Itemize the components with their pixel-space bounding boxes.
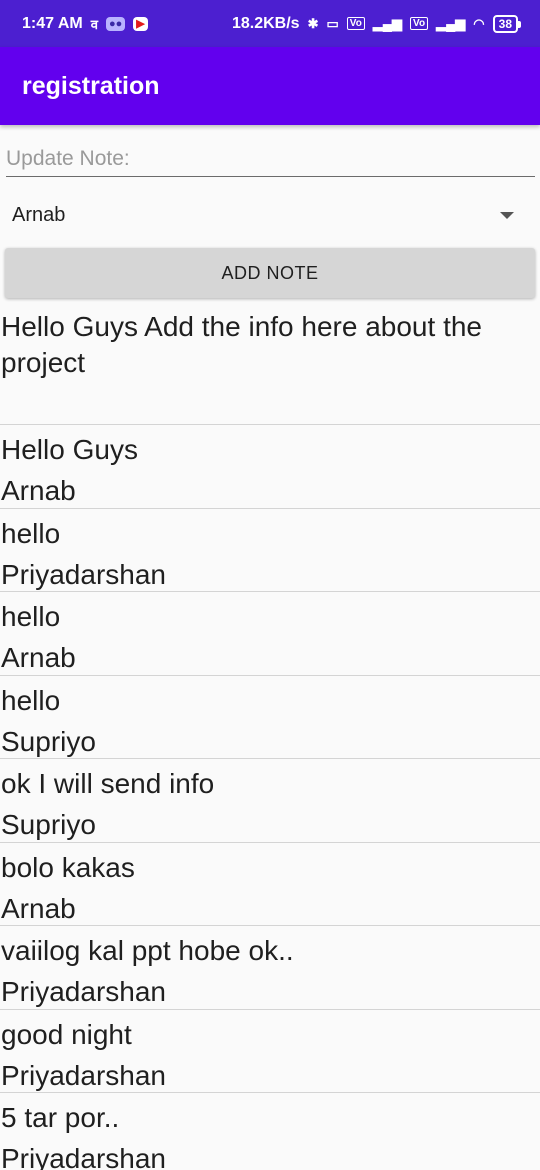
bluetooth-icon: ✱ <box>307 15 319 31</box>
status-time: 1:47 AM <box>22 14 83 32</box>
list-item[interactable]: ok I will send info Supriyo <box>0 758 540 842</box>
list-item[interactable]: Hello Guys Arnab <box>0 424 540 508</box>
app-title: registration <box>22 71 160 100</box>
notes-list[interactable]: Hello Guys Arnab hello Priyadarshan hell… <box>0 424 540 1170</box>
note-text: Hello Guys <box>1 434 138 465</box>
app-bar: registration <box>0 47 540 125</box>
signal-icon: ▂▄▆ <box>372 15 403 31</box>
note-author: Priyadarshan <box>1 558 166 590</box>
note-text: ok I will send info <box>1 768 215 799</box>
dropdown-arrow-icon <box>500 211 514 219</box>
note-text: bolo kakas <box>1 851 135 883</box>
vibrate-icon: ▭ <box>326 15 339 31</box>
list-item[interactable]: vaiilog kal ppt hobe ok.. Priyadarshan <box>0 925 540 1009</box>
signal-icon-2: ▂▄▆ <box>436 15 466 31</box>
note-text: hello <box>1 684 61 716</box>
user-spinner[interactable]: Arnab <box>0 195 540 235</box>
youtube-icon: ▶ <box>133 16 148 31</box>
discord-icon: ●● <box>106 16 126 31</box>
note-author: Supriyo <box>1 809 96 840</box>
note-text: vaiilog kal ppt hobe ok.. <box>1 935 294 966</box>
note-text: good night <box>1 1018 132 1050</box>
net-speed: 18.2KB/s <box>231 14 300 32</box>
note-author: Arnab <box>1 642 76 673</box>
list-item[interactable]: good night Priyadarshan <box>0 1008 540 1093</box>
update-note-input[interactable] <box>6 141 535 177</box>
note-text: 5 tar por.. <box>1 1102 120 1133</box>
note-author: Arnab <box>1 892 76 924</box>
note-text: hello <box>1 601 61 632</box>
list-item[interactable]: hello Priyadarshan <box>0 507 540 592</box>
list-item[interactable]: bolo kakas Arnab <box>0 841 540 926</box>
note-author: Priyadarshan <box>1 976 166 1007</box>
list-item[interactable]: hello Supriyo <box>0 674 540 759</box>
wifi-icon: ◠ <box>473 15 485 31</box>
status-bar: 1:47 AM व ●● ▶ 18.2KB/s ✱ ▭ Vo ▂▄▆ Vo ▂▄… <box>0 0 540 47</box>
add-note-button[interactable]: ADD NOTE <box>5 248 535 298</box>
info-text: Hello Guys Add the info here about the p… <box>1 311 482 378</box>
notification-icon: व <box>90 16 98 32</box>
note-text: hello <box>1 517 61 549</box>
spinner-selected-value: Arnab <box>12 203 66 226</box>
note-author: Arnab <box>1 475 76 506</box>
list-item[interactable]: 5 tar por.. Priyadarshan <box>0 1092 540 1170</box>
note-author: Priyadarshan <box>1 1143 166 1170</box>
volte-icon: Vo <box>346 17 365 30</box>
volte-icon-2: Vo <box>410 17 429 30</box>
list-item[interactable]: hello Arnab <box>0 591 540 675</box>
note-author: Priyadarshan <box>1 1059 166 1091</box>
note-author: Supriyo <box>1 725 96 757</box>
battery-icon: 38 <box>492 14 522 33</box>
